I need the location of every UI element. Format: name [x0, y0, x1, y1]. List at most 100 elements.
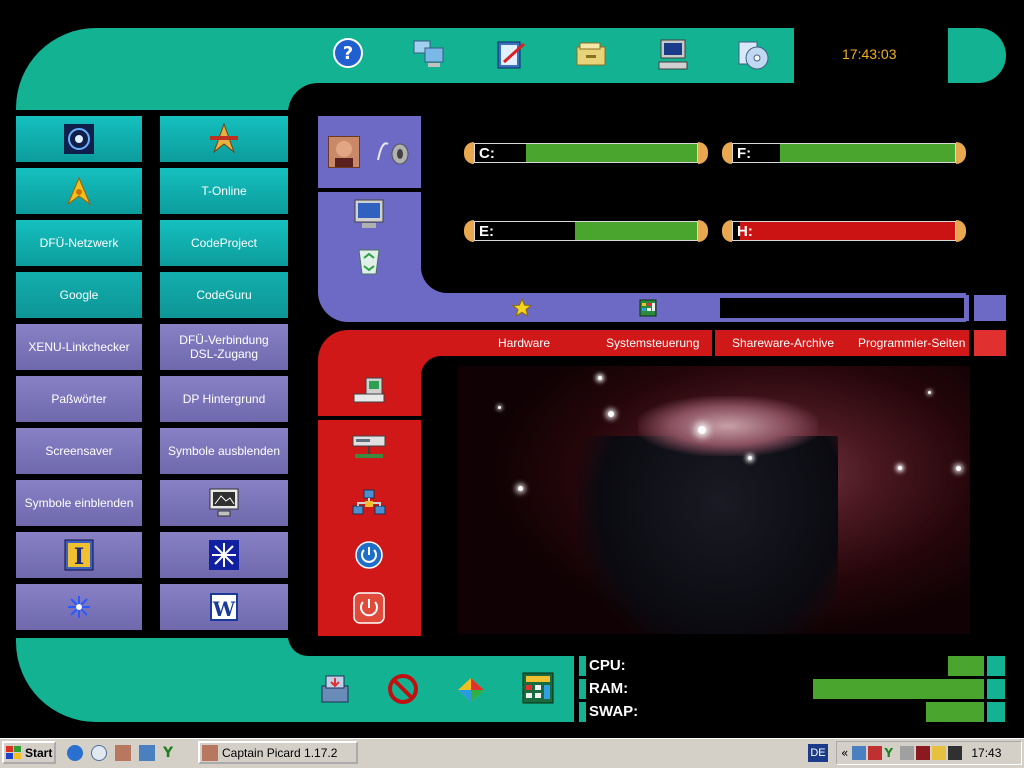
tab-programmier-seiten[interactable]: Programmier-Seiten	[858, 336, 965, 350]
launcher-codeproject-button[interactable]: CodeProject	[160, 220, 288, 266]
top-right-cap	[948, 28, 1006, 83]
launcher-df-netzwerk-button[interactable]: DFÜ-Netzwerk	[16, 220, 142, 266]
swap-usage-bar	[926, 702, 984, 722]
no-entry-icon[interactable]	[386, 672, 420, 706]
tray-clock: 17:43	[971, 746, 1002, 760]
taskbar-task-captain-picard[interactable]: Captain Picard 1.17.2	[198, 741, 358, 764]
shutdown-icon[interactable]	[354, 540, 384, 570]
bottom-frame-inner-corner	[288, 636, 574, 656]
wallpaper-preview	[458, 366, 970, 634]
file-cabinet-icon[interactable]	[574, 38, 608, 70]
drive-label: F:	[737, 145, 752, 162]
lavender-strip-inset[interactable]	[720, 298, 964, 318]
launcher-label: DFÜ-Netzwerk	[39, 236, 119, 250]
power-off-icon[interactable]	[352, 592, 386, 624]
computer-terminal-icon[interactable]	[656, 38, 690, 72]
drive-used-fill	[779, 144, 955, 162]
start-button[interactable]: Start	[2, 741, 56, 764]
launcher-codeguru-button[interactable]: CodeGuru	[160, 272, 288, 318]
launcher-pa-w-rter-button[interactable]: Paßwörter	[16, 376, 142, 422]
launcher-dp-hintergrund-button[interactable]: DP Hintergrund	[160, 376, 288, 422]
launcher-galaxy-button[interactable]	[16, 116, 142, 162]
outlook-icon[interactable]	[91, 745, 107, 761]
launcher-label: DFÜ-Verbindung DSL-Zugang	[179, 333, 269, 361]
calendar-grid-icon[interactable]	[638, 298, 658, 318]
ram-label: RAM:	[589, 680, 629, 697]
clock: 17:43:03	[842, 46, 897, 62]
antenna-icon[interactable]: Y	[163, 745, 179, 761]
network-computers-icon[interactable]	[412, 38, 446, 70]
launcher-xenu-linkchecker-button[interactable]: XENU-Linkchecker	[16, 324, 142, 370]
my-computer-icon[interactable]	[352, 198, 386, 230]
lavender-strip-left	[458, 295, 712, 321]
tray-monitor-icon[interactable]	[948, 746, 963, 760]
drive-cap-left	[464, 220, 474, 242]
tray-antenna-icon[interactable]: Y	[884, 746, 898, 760]
edit-document-icon[interactable]	[494, 38, 528, 70]
cpu-usage-cap	[987, 656, 1005, 676]
puzzle-icon[interactable]	[454, 672, 488, 706]
launcher-symbole-ausblenden-button[interactable]: Symbole ausblenden	[160, 428, 288, 474]
ie-icon[interactable]	[67, 745, 83, 761]
drive-bar-c[interactable]: C:	[464, 142, 708, 164]
network-users-icon[interactable]	[350, 488, 388, 520]
launcher-display-properties-button[interactable]	[160, 480, 288, 526]
printer-computer-icon[interactable]	[352, 376, 386, 406]
sound-icon[interactable]	[374, 136, 410, 168]
tray-red-icon[interactable]	[868, 746, 883, 760]
starfleet-delta-icon	[65, 176, 93, 206]
task-picard-icon	[202, 744, 218, 761]
tab-shareware-archive[interactable]: Shareware-Archive	[732, 336, 834, 350]
install-icon[interactable]	[318, 672, 352, 706]
display-properties-icon	[207, 487, 241, 519]
drive-bar-track: H:	[732, 221, 956, 241]
launcher-word-button[interactable]: W	[160, 584, 288, 630]
drive-bar-e[interactable]: E:	[464, 220, 708, 242]
tray-expand-icon[interactable]: «	[841, 746, 848, 760]
network-quicklaunch-icon[interactable]	[139, 745, 155, 761]
launcher-google-button[interactable]: Google	[16, 272, 142, 318]
launcher-starfleet-insignia-button[interactable]	[160, 116, 288, 162]
tray-network-icon[interactable]	[852, 746, 867, 760]
launcher-symbole-einblenden-button[interactable]: Symbole einblenden	[16, 480, 142, 526]
recycle-bin-icon[interactable]	[352, 242, 386, 276]
tab-systemsteuerung[interactable]: Systemsteuerung	[606, 336, 699, 350]
launcher-starburst-button[interactable]	[160, 532, 288, 578]
captain-picard-icon[interactable]	[328, 136, 360, 168]
drive-cap-left	[464, 142, 474, 164]
favorites-star-icon[interactable]	[512, 298, 532, 318]
stat-bracket-swap	[579, 702, 586, 722]
tab-hardware[interactable]: Hardware	[498, 336, 550, 350]
launcher-screensaver-button[interactable]: Screensaver	[16, 428, 142, 474]
launcher-label: Google	[59, 288, 99, 302]
launcher-df-verbindung-button[interactable]: DFÜ-Verbindung DSL-Zugang	[160, 324, 288, 370]
help-icon[interactable]: ?	[333, 38, 363, 68]
drive-bar-f[interactable]: F:	[722, 142, 966, 164]
launcher-sparkle-button[interactable]	[16, 584, 142, 630]
svg-text:W: W	[212, 597, 236, 621]
tray-book-icon[interactable]	[916, 746, 931, 760]
cpu-usage-bar	[948, 656, 984, 676]
swap-label: SWAP:	[589, 703, 639, 720]
launcher-label: CodeGuru	[196, 288, 252, 302]
task-label: Captain Picard 1.17.2	[222, 745, 338, 760]
drive-bar-track: F:	[732, 143, 956, 163]
launcher-label: CodeProject	[190, 236, 258, 250]
calculator-icon[interactable]	[520, 670, 556, 706]
tray-capi-icon[interactable]	[900, 746, 915, 760]
cd-software-icon[interactable]	[736, 38, 770, 72]
drive-used-fill	[574, 222, 697, 240]
drive-cap-left	[722, 142, 732, 164]
launcher-t-online-button[interactable]: T-Online	[160, 168, 288, 214]
stat-bracket-ram	[579, 679, 586, 699]
ram-usage-cap	[987, 679, 1005, 699]
launcher-starfleet-delta-button[interactable]	[16, 168, 142, 214]
launcher-label: XENU-Linkchecker	[28, 340, 130, 354]
picard-quicklaunch-icon[interactable]	[115, 745, 131, 761]
language-indicator[interactable]: DE	[808, 744, 828, 762]
infobar-icon: I	[63, 538, 95, 572]
network-drive-icon[interactable]	[350, 432, 388, 462]
tray-folder-icon[interactable]	[932, 746, 947, 760]
drive-bar-h[interactable]: H:	[722, 220, 966, 242]
launcher-infobar-button[interactable]: I	[16, 532, 142, 578]
